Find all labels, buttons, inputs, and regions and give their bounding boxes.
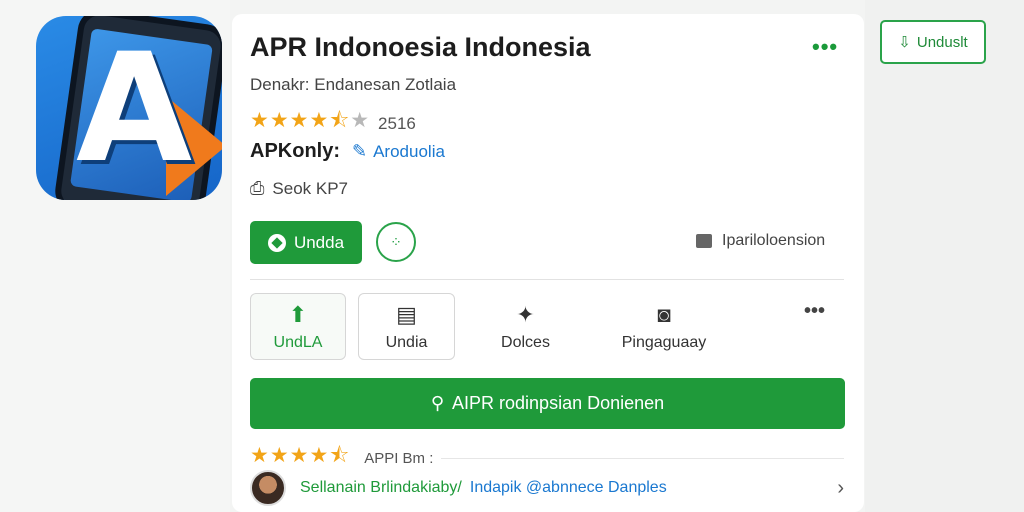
review-text: Indapik @abnnece Danples [469,479,667,496]
search-button[interactable]: ⚲ AIPR rodinpsian Donienen [250,378,845,429]
app-logo-letter: A [76,22,193,196]
tab-pingaguaay[interactable]: ◙ Pingaguaay [600,293,728,360]
divider [250,279,844,280]
install-icon [267,233,286,252]
side-download-button[interactable]: ⇩ Unduslt [880,20,986,64]
screen-icon: ▤ [396,301,417,327]
developer-link[interactable]: ✎ Aroduolia [352,141,445,162]
tab-undia[interactable]: ▤ Undia [358,293,455,360]
app-title: APR Indonoesia Indonesia [250,32,591,62]
app-icon: A [36,16,222,200]
review-item[interactable]: Sellanain Brlindakiaby/ Indapik @abnnece… [250,470,844,506]
size-row: ⎙ Seok KP7 [250,178,348,199]
avatar [250,470,286,506]
comment-icon [696,234,712,248]
more-options-icon[interactable]: ••• [812,34,838,60]
more-tabs-icon[interactable]: ••• [804,300,825,323]
rating-row: ★★★★⯪★ 2516 [250,106,416,141]
upload-icon: ⬆ [288,301,308,327]
rating-stars: ★★★★⯪★ [250,109,371,132]
tab-dolces[interactable]: ✦ Dolces [477,293,574,360]
star-icon: ✦ [516,301,535,327]
chevron-right-icon[interactable]: › [837,477,844,500]
sparkle-icon: ⁘ [390,233,402,250]
developer-name: APKonly: [250,140,340,162]
app-size: Seok KP7 [272,178,349,198]
report-link[interactable]: Ipariloloension [696,232,825,250]
divider [441,458,844,459]
install-button[interactable]: Undda [250,221,362,264]
share-icon[interactable]: ⎙ [250,178,264,199]
rating-count: 2516 [378,113,416,133]
reviewer-name: Sellanain Brlindakiaby/ [300,479,462,496]
developer-row: APKonly: ✎ Aroduolia [250,140,445,163]
app-subtitle: Denakr: Endanesan Zotlaia [250,75,457,94]
camera-icon: ◙ [657,301,671,327]
pen-icon: ✎ [352,141,368,161]
download-icon: ⇩ [898,34,911,51]
right-background [865,0,1024,512]
review-rating-label: APPI Bm : [364,450,434,467]
search-icon: ⚲ [430,393,445,413]
tab-undla[interactable]: ⬆ UndLA [250,293,346,360]
wishlist-button[interactable]: ⁘ [376,222,416,262]
